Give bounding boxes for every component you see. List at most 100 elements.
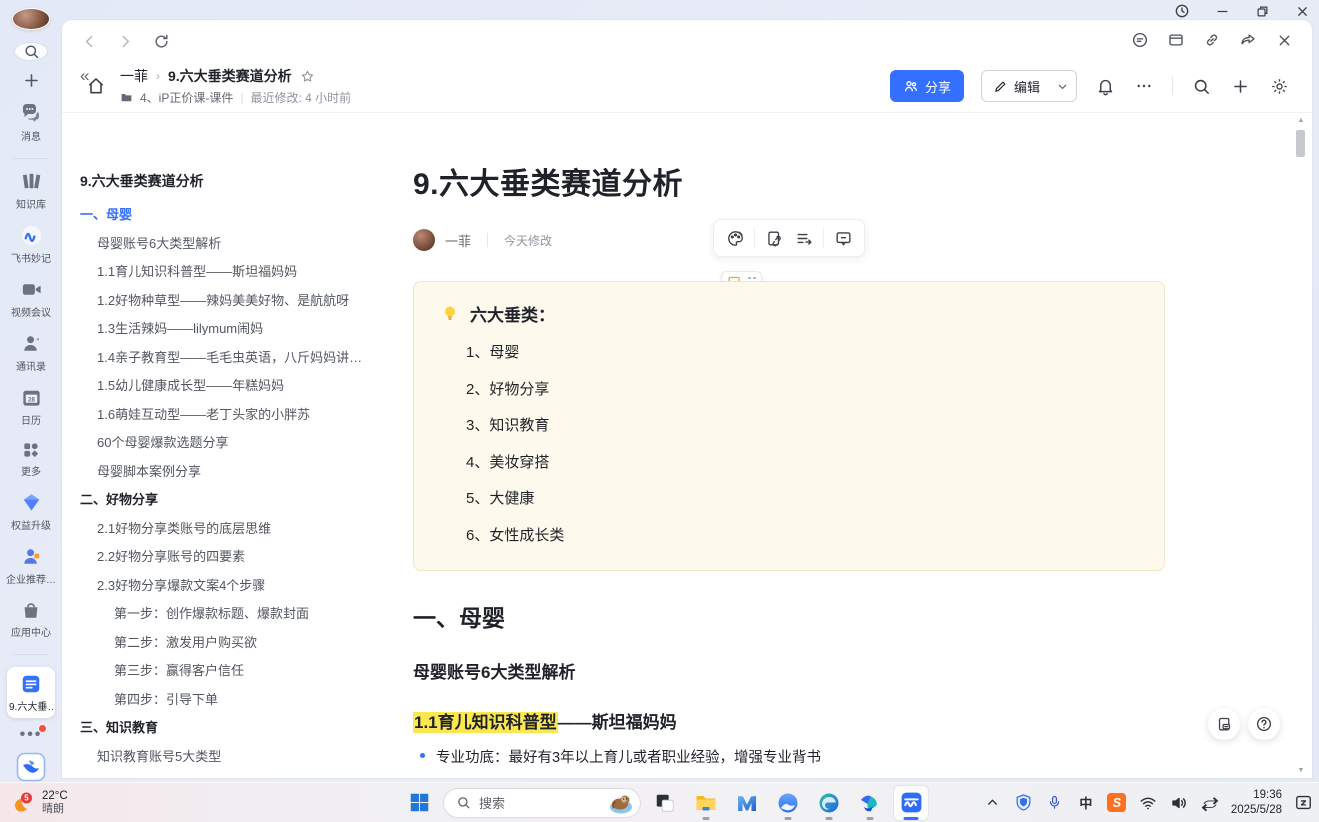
close-tab-icon[interactable] — [1274, 30, 1294, 50]
sidebar-item-calendar[interactable]: 28 日历 — [20, 386, 43, 427]
wifi-icon[interactable] — [1138, 793, 1158, 813]
comment-circle-icon[interactable] — [1130, 30, 1150, 50]
microphone-icon[interactable] — [1045, 793, 1065, 813]
callout-item[interactable]: 1、母婴 — [440, 341, 1138, 362]
comment-bubble-icon[interactable] — [828, 224, 858, 252]
open-doc-tab[interactable]: 9.六大垂… — [7, 667, 55, 718]
callout-item[interactable]: 5、大健康 — [440, 487, 1138, 508]
notification-center-icon[interactable] — [1293, 793, 1313, 813]
theme-palette-icon[interactable] — [720, 224, 750, 252]
outline-item[interactable]: 1.6萌娃互动型——老丁头家的小胖苏 — [80, 407, 402, 421]
edit-dropdown[interactable] — [1049, 80, 1076, 93]
mail-m-app-button[interactable] — [730, 786, 764, 820]
close-button[interactable] — [1293, 2, 1311, 20]
taskbar-search[interactable]: 搜索 — [443, 788, 641, 818]
doc-scrollbar[interactable]: ▲ ▼ — [1295, 118, 1307, 774]
outline-item[interactable]: 1.5幼儿健康成长型——年糕妈妈 — [80, 378, 402, 392]
breadcrumb-doc-title[interactable]: 9.六大垂类赛道分析 — [168, 66, 292, 86]
header-search-icon[interactable] — [1190, 75, 1212, 97]
create-button[interactable] — [15, 71, 47, 90]
minimize-button[interactable] — [1213, 2, 1231, 20]
scroll-down-arrow[interactable]: ▼ — [1297, 768, 1305, 774]
outline-item[interactable]: 第二步：激发用户购买欲 — [80, 635, 402, 649]
sidebar-item-wiki[interactable]: 知识库 — [16, 170, 46, 211]
tray-chevron-up-icon[interactable] — [983, 793, 1003, 813]
edge-browser-button[interactable] — [812, 786, 846, 820]
callout-block[interactable]: 六大垂类： 1、母婴2、好物分享3、知识教育4、美妆穿搭5、大健康6、女性成长类 — [413, 281, 1165, 571]
search-highlight-otter[interactable] — [606, 791, 636, 815]
weather-widget[interactable]: 5 22°C 晴朗 — [10, 790, 68, 816]
outline-item[interactable]: 1.2好物种草型——辣妈美美好物、是航航呀 — [80, 293, 402, 307]
sidebar-item-contacts[interactable]: 通讯录 — [16, 332, 46, 373]
outline-item[interactable]: 知识教育账号5大类型 — [80, 749, 402, 763]
callout-item[interactable]: 2、好物分享 — [440, 378, 1138, 399]
export-list-icon[interactable] — [789, 224, 819, 252]
sidebar-item-messages[interactable]: 消息 — [19, 101, 43, 143]
sidebar-item-minutes[interactable]: 飞书妙记 — [11, 224, 51, 265]
notifications-bell-icon[interactable] — [1094, 75, 1116, 97]
callout-item[interactable]: 3、知识教育 — [440, 414, 1138, 435]
history-icon[interactable] — [1173, 2, 1191, 20]
outline-item[interactable]: 第四步：引导下单 — [80, 692, 402, 706]
search-button[interactable] — [15, 43, 47, 60]
outline-item[interactable]: 1.1育儿知识科普型——斯坦福妈妈 — [80, 264, 402, 278]
input-method-icon[interactable]: 中 — [1076, 793, 1096, 813]
scrollbar-thumb[interactable] — [1296, 130, 1305, 157]
outline-item[interactable]: 第三步：赢得客户信任 — [80, 663, 402, 677]
outline-item[interactable]: 2.3好物分享爆款文案4个步骤 — [80, 578, 402, 592]
outline-doc-title[interactable]: 9.六大垂类赛道分析 — [80, 171, 402, 191]
feishu-docs-active-button[interactable] — [894, 786, 928, 820]
security-shield-icon[interactable] — [1014, 793, 1034, 813]
outline-item[interactable]: 2.1好物分享类账号的底层思维 — [80, 521, 402, 535]
outline-item[interactable]: 2.2好物分享账号的四要素 — [80, 549, 402, 563]
outline-item[interactable]: 母婴脚本案例分享 — [80, 464, 402, 478]
more-options-icon[interactable] — [1133, 75, 1155, 97]
outline-item[interactable]: 一、母婴 — [80, 207, 402, 221]
feedback-doc-icon[interactable] — [1208, 708, 1240, 740]
settings-gear-icon[interactable] — [1268, 75, 1290, 97]
quark-browser-button[interactable] — [771, 786, 805, 820]
start-button[interactable] — [402, 786, 436, 820]
feishu-logo[interactable] — [16, 752, 46, 782]
doc-link-icon[interactable] — [759, 224, 789, 252]
nav-forward-button[interactable] — [114, 30, 136, 52]
share-button[interactable]: 分享 — [890, 70, 964, 102]
sogou-input-icon[interactable]: S — [1107, 793, 1127, 813]
open-in-window-icon[interactable] — [1166, 30, 1186, 50]
outline-item[interactable]: 60个母婴爆款选题分享 — [80, 435, 402, 449]
callout-item[interactable]: 6、女性成长类 — [440, 524, 1138, 545]
nav-back-button[interactable] — [78, 30, 100, 52]
sidebar-item-more[interactable]: 更多 — [21, 440, 41, 478]
task-view-button[interactable] — [648, 786, 682, 820]
file-explorer-button[interactable] — [689, 786, 723, 820]
outline-item[interactable]: 第一步：创作爆款标题、爆款封面 — [80, 606, 402, 620]
scroll-up-arrow[interactable]: ▲ — [1297, 118, 1305, 124]
breadcrumb-owner[interactable]: 一菲 — [120, 66, 148, 86]
sidebar-item-meetings[interactable]: 视频会议 — [11, 278, 51, 319]
bullet-item[interactable]: 专业功底：最好有3年以上育儿或者职业经验，增强专业背书 — [413, 746, 1165, 767]
outline-item[interactable]: 1.4亲子教育型——毛毛虫英语，八斤妈妈讲… — [80, 350, 402, 364]
rail-more-button[interactable]: ••• — [14, 726, 48, 744]
outline-item[interactable]: 1.3生活辣妈——lilymum闹妈 — [80, 321, 402, 335]
sidebar-item-referral[interactable]: 企业推荐… — [6, 545, 56, 586]
help-question-icon[interactable] — [1248, 708, 1280, 740]
share-forward-icon[interactable] — [1238, 30, 1258, 50]
copy-link-icon[interactable] — [1202, 30, 1222, 50]
taskbar-clock[interactable]: 19:36 2025/5/28 — [1231, 788, 1282, 817]
outline-item[interactable]: 三、知识教育 — [80, 720, 402, 734]
docs-app-button[interactable] — [853, 786, 887, 820]
restore-button[interactable] — [1253, 2, 1271, 20]
sync-update-icon[interactable] — [1200, 793, 1220, 813]
author-name[interactable]: 一菲 — [445, 231, 471, 250]
volume-icon[interactable] — [1169, 793, 1189, 813]
folder-name[interactable]: 4、iP正价课-课件 — [140, 89, 233, 106]
callout-item[interactable]: 4、美妆穿搭 — [440, 451, 1138, 472]
refresh-button[interactable] — [150, 30, 172, 52]
edit-button[interactable]: 编辑 — [981, 70, 1077, 102]
sidebar-item-upgrade[interactable]: 权益升级 — [11, 491, 51, 532]
outline-item[interactable]: 二、好物分享 — [80, 492, 402, 506]
author-avatar[interactable] — [413, 229, 435, 251]
star-icon[interactable] — [300, 69, 315, 84]
user-avatar[interactable] — [12, 8, 50, 30]
sidebar-item-appcenter[interactable]: 应用中心 — [11, 599, 51, 639]
